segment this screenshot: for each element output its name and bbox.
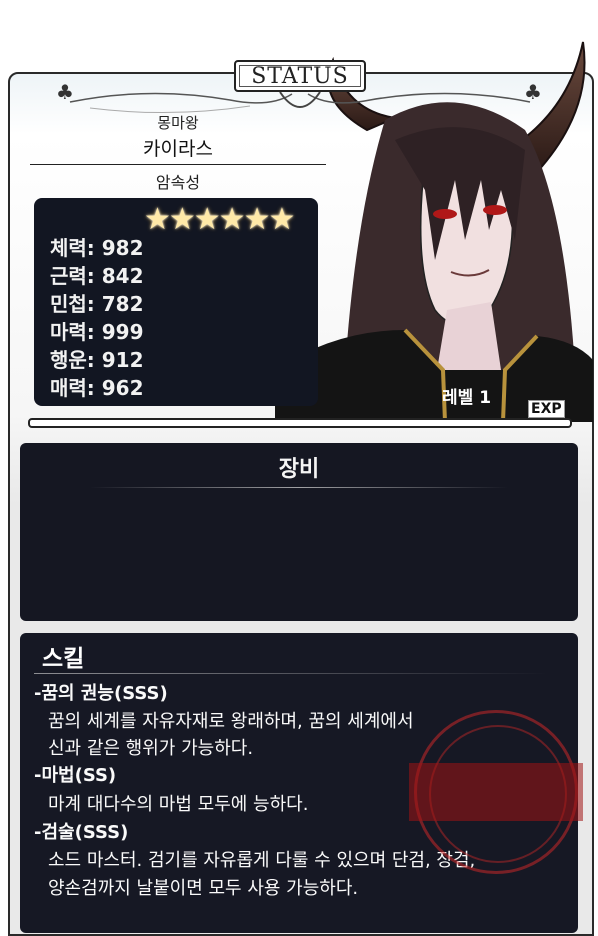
skills-divider bbox=[34, 673, 548, 674]
stats-panel: ★★★★★★ 체력: 982 근력: 842 민첩: 782 마력: 999 행… bbox=[34, 198, 318, 406]
skill-name: -꿈의 권능(SSS) bbox=[34, 683, 168, 704]
character-subtitle: 몽마왕 bbox=[157, 114, 199, 132]
skill-description: 마계 대다수의 마법 모두에 능하다. bbox=[48, 794, 309, 815]
watermark-stamp bbox=[409, 710, 583, 874]
skill-description: 신과 같은 행위가 가능하다. bbox=[48, 738, 254, 759]
stat-strength: 근력: 842 bbox=[50, 264, 144, 288]
stat-agility: 민첩: 782 bbox=[50, 292, 144, 316]
skill-description: 꿈의 세계를 자유자재로 왕래하며, 꿈의 세계에서 bbox=[48, 711, 414, 732]
skill-description: 소드 마스터. 검기를 자유롭게 다룰 수 있으며 단검, 장검, bbox=[48, 850, 476, 871]
level-label: 레벨 1 bbox=[442, 388, 492, 408]
stat-luck: 행운: 912 bbox=[50, 348, 144, 372]
name-divider bbox=[30, 164, 326, 165]
clover-left-icon: ♣ bbox=[56, 80, 74, 104]
character-attribute: 암속성 bbox=[155, 173, 201, 192]
status-tab: STATUS bbox=[234, 60, 366, 92]
exp-bar bbox=[28, 418, 572, 428]
equipment-panel: 장비 bbox=[20, 443, 578, 621]
skill-name: -마법(SS) bbox=[34, 765, 117, 786]
skill-description: 양손검까지 날붙이면 모두 사용 가능하다. bbox=[48, 878, 359, 899]
status-tab-label: STATUS bbox=[251, 63, 349, 89]
stat-charm: 매력: 962 bbox=[50, 376, 144, 400]
watermark-stamp-band bbox=[409, 763, 583, 821]
star-rating: ★★★★★★ bbox=[144, 202, 295, 237]
exp-label: EXP bbox=[528, 400, 565, 418]
clover-right-icon: ♣ bbox=[524, 80, 542, 104]
stat-magic: 마력: 999 bbox=[50, 320, 144, 344]
stat-hp: 체력: 982 bbox=[50, 236, 144, 260]
equipment-divider bbox=[90, 487, 508, 488]
character-name: 카이라스 bbox=[143, 138, 213, 160]
skill-name: -검술(SSS) bbox=[34, 822, 129, 843]
skills-title: 스킬 bbox=[42, 646, 85, 672]
character-title-area: 몽마왕 카이라스 암속성 bbox=[30, 112, 326, 193]
equipment-title: 장비 bbox=[278, 457, 320, 482]
